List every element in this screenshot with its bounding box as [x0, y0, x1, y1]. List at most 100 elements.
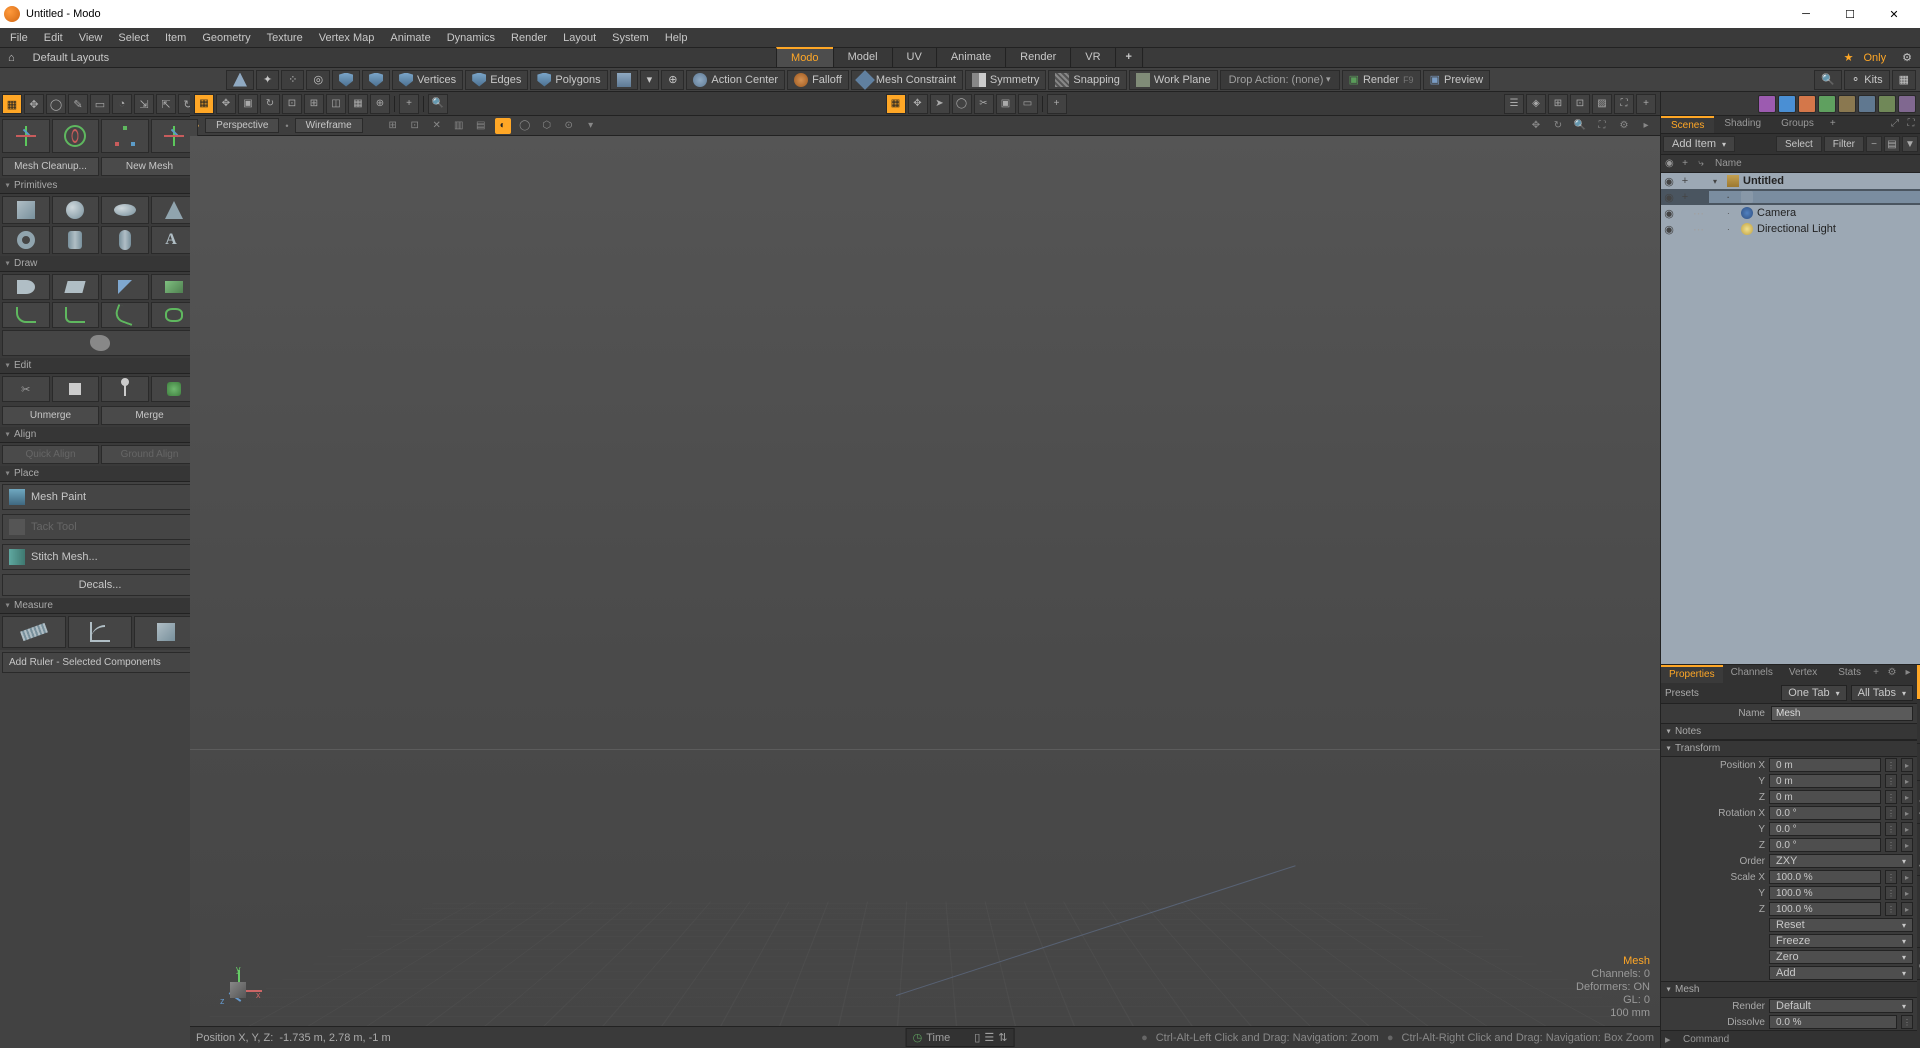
- kits-button[interactable]: ⚬Kits: [1844, 70, 1890, 90]
- tree-row[interactable]: ◉⋯·Directional Light: [1661, 221, 1920, 237]
- zero-dropdown[interactable]: Zero▾: [1769, 950, 1913, 964]
- decals-button[interactable]: Decals...: [2, 574, 198, 596]
- select-button[interactable]: Select: [1776, 136, 1822, 152]
- draw-tool-2[interactable]: [52, 274, 100, 300]
- tab-add[interactable]: +: [1824, 116, 1842, 133]
- shrink-icon[interactable]: ⇲: [134, 94, 154, 114]
- vp-sel5-icon[interactable]: ▦: [348, 94, 368, 114]
- gizmo-rotate-icon[interactable]: [52, 119, 100, 153]
- rotation-z-field[interactable]: 0.0 °: [1769, 838, 1881, 852]
- polygons-mode-button[interactable]: Polygons: [530, 70, 607, 90]
- menu-select[interactable]: Select: [110, 30, 157, 46]
- shader-ball-1[interactable]: [1758, 95, 1776, 113]
- vp-img-icon[interactable]: ▨: [1592, 94, 1612, 114]
- unmerge-button[interactable]: Unmerge: [2, 406, 99, 425]
- primitives-header[interactable]: Primitives: [0, 178, 200, 194]
- prop-more-icon[interactable]: ▸: [1901, 665, 1915, 679]
- vp-opt-8[interactable]: ⬡: [539, 118, 555, 134]
- vp-r-box-icon[interactable]: ▭: [1018, 94, 1038, 114]
- menu-vertex-map[interactable]: Vertex Map: [311, 30, 383, 46]
- cube-mode-icon[interactable]: [610, 70, 638, 90]
- draw-tool-3[interactable]: [101, 274, 149, 300]
- capsule-primitive-button[interactable]: [101, 226, 149, 254]
- new-mesh-button[interactable]: New Mesh: [101, 157, 198, 176]
- scale-z-field[interactable]: 100.0 %: [1769, 902, 1881, 916]
- sphere-primitive-button[interactable]: [52, 196, 100, 224]
- add-column-icon[interactable]: +: [1677, 158, 1693, 169]
- vp-sel4-icon[interactable]: ◫: [326, 94, 346, 114]
- shader-ball-2[interactable]: [1778, 95, 1796, 113]
- tree-row[interactable]: ◉⋯·Camera: [1661, 205, 1920, 221]
- one-tab-dropdown[interactable]: One Tab▾: [1781, 685, 1846, 701]
- name-column[interactable]: Name: [1709, 158, 1920, 169]
- camera-dropdown[interactable]: Perspective: [205, 118, 279, 133]
- tab-scenes[interactable]: Scenes: [1661, 116, 1714, 133]
- edit-header[interactable]: Edit: [0, 358, 200, 374]
- vp-cam-icon[interactable]: ▣: [238, 94, 258, 114]
- vp-sel6-icon[interactable]: ⊕: [370, 94, 390, 114]
- position-x-field[interactable]: 0 m: [1769, 758, 1881, 772]
- panel-toggle-icon[interactable]: ▦: [1892, 70, 1916, 90]
- mesh-section[interactable]: Mesh: [1661, 981, 1917, 998]
- position-z-field[interactable]: 0 m: [1769, 790, 1881, 804]
- vp-plus-icon[interactable]: +: [1636, 94, 1656, 114]
- quick-align-button[interactable]: Quick Align: [2, 445, 99, 464]
- dissolve-field[interactable]: 0.0 %: [1769, 1015, 1897, 1029]
- collapse-icon[interactable]: −: [1866, 136, 1882, 152]
- action-center-button[interactable]: Action Center: [686, 70, 785, 90]
- shield-b-icon[interactable]: [362, 70, 390, 90]
- blob-tool[interactable]: [2, 330, 198, 356]
- curve-tool-2[interactable]: [52, 302, 100, 328]
- position-y-field[interactable]: 0 m: [1769, 774, 1881, 788]
- shader-ball-8[interactable]: [1898, 95, 1916, 113]
- vp-nav-gear-icon[interactable]: ⚙: [1616, 118, 1632, 134]
- menu-view[interactable]: View: [71, 30, 111, 46]
- curve-tool-3[interactable]: [101, 302, 149, 328]
- cube-primitive-button[interactable]: [2, 196, 50, 224]
- layout-tab-model[interactable]: Model: [833, 47, 893, 68]
- lasso-icon[interactable]: ◯: [46, 94, 66, 114]
- scene-tree[interactable]: ◉+▾Untitled◉+·◉⋯·Camera◉⋯·Directional Li…: [1661, 173, 1920, 664]
- vp-grid-icon[interactable]: ⊞: [1548, 94, 1568, 114]
- search-icon[interactable]: 🔍: [1814, 70, 1842, 90]
- presets-label[interactable]: Presets: [1665, 688, 1699, 699]
- command-bar[interactable]: ▸Command: [1661, 1030, 1917, 1048]
- work-plane-button[interactable]: Work Plane: [1129, 70, 1218, 90]
- move-mode-icon[interactable]: ✥: [24, 94, 44, 114]
- vp-nav-more-icon[interactable]: ▸: [1638, 118, 1654, 134]
- vp-opt-2[interactable]: ⊡: [407, 118, 423, 134]
- menu-texture[interactable]: Texture: [259, 30, 311, 46]
- menu-animate[interactable]: Animate: [382, 30, 438, 46]
- shader-ball-4[interactable]: [1818, 95, 1836, 113]
- vp-opt-3[interactable]: ✕: [429, 118, 445, 134]
- layout-tab-render[interactable]: Render: [1005, 47, 1071, 68]
- rotation-x-field[interactable]: 0.0 °: [1769, 806, 1881, 820]
- vp-layers-icon[interactable]: ◈: [1526, 94, 1546, 114]
- scale-x-field[interactable]: 100.0 %: [1769, 870, 1881, 884]
- grow-icon[interactable]: ⇱: [156, 94, 176, 114]
- vp-wire-icon[interactable]: ⊡: [1570, 94, 1590, 114]
- filter-button[interactable]: Filter: [1824, 136, 1864, 152]
- all-tabs-dropdown[interactable]: All Tabs▾: [1851, 685, 1913, 701]
- paint-select-icon[interactable]: ✎: [68, 94, 88, 114]
- ellipsoid-primitive-button[interactable]: [101, 196, 149, 224]
- layout-tab-modo[interactable]: Modo: [776, 47, 834, 68]
- vp-r-cut-icon[interactable]: ✂: [974, 94, 994, 114]
- name-field[interactable]: [1771, 706, 1913, 721]
- mesh-cleanup-button[interactable]: Mesh Cleanup...: [2, 157, 99, 176]
- angle-tool[interactable]: [68, 616, 132, 648]
- viewport-3d[interactable]: yxz Mesh Channels: 0 Deformers: ON GL: 0…: [190, 136, 1660, 1026]
- vp-full-icon[interactable]: ⛶: [1614, 94, 1634, 114]
- scale-y-field[interactable]: 100.0 %: [1769, 886, 1881, 900]
- cube-mode-dropdown[interactable]: ▾: [640, 70, 660, 90]
- add-dropdown[interactable]: Add▾: [1769, 966, 1913, 980]
- gizmo-move-icon[interactable]: [2, 119, 50, 153]
- menu-item[interactable]: Item: [157, 30, 194, 46]
- menu-geometry[interactable]: Geometry: [194, 30, 258, 46]
- add-ruler-button[interactable]: Add Ruler - Selected Components: [2, 652, 198, 673]
- vp-opt-1[interactable]: ⊞: [385, 118, 401, 134]
- shader-ball-3[interactable]: [1798, 95, 1816, 113]
- shield-a-icon[interactable]: [332, 70, 360, 90]
- vp-r-sel-icon[interactable]: ▦: [886, 94, 906, 114]
- tack-tool-button[interactable]: Tack Tool: [2, 514, 198, 540]
